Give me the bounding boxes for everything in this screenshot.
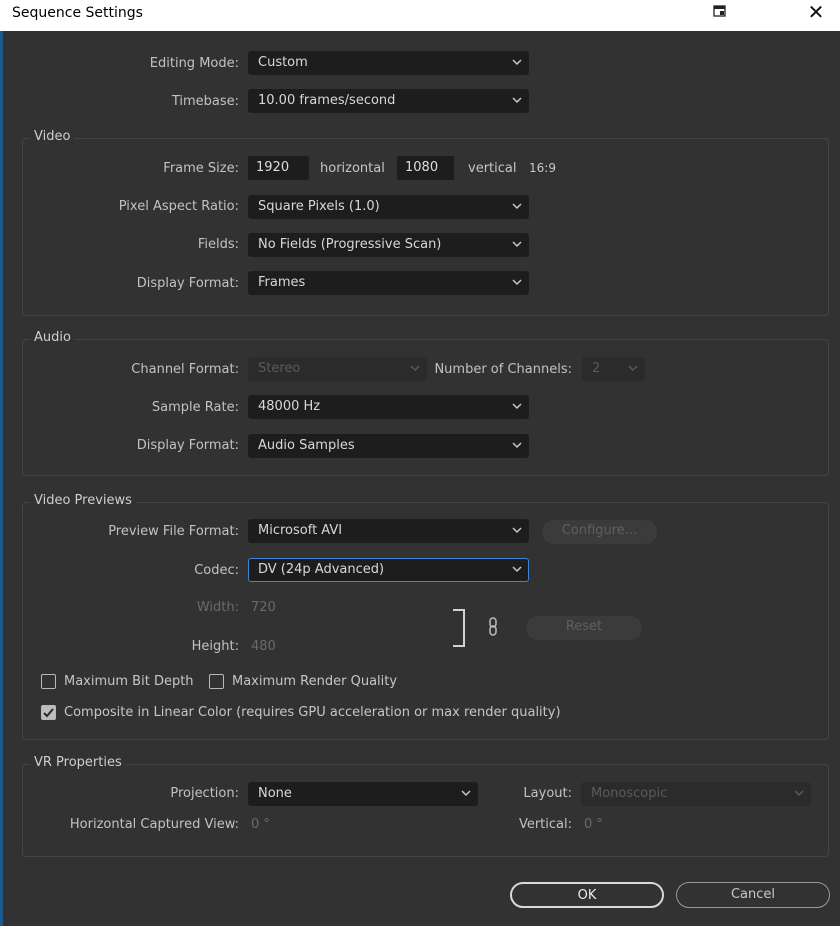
chevron-down-icon	[512, 442, 522, 449]
chevron-down-icon	[461, 790, 471, 797]
aspect-ratio-text: 16:9	[529, 161, 556, 175]
vr-vertical-label: Vertical:	[518, 817, 572, 832]
max-render-quality-label: Maximum Render Quality	[232, 674, 398, 689]
preview-file-format-label: Preview File Format:	[108, 524, 239, 539]
fields-select[interactable]: No Fields (Progressive Scan)	[248, 233, 529, 257]
timebase-select[interactable]: 10.00 frames/second	[248, 89, 529, 113]
channel-format-select[interactable]: Stereo	[248, 357, 427, 381]
video-previews-group-title: Video Previews	[30, 493, 136, 508]
width-label: Width:	[196, 600, 239, 615]
close-icon[interactable]: ✕	[806, 2, 826, 22]
audio-display-format-label: Display Format:	[136, 438, 239, 453]
editing-mode-label: Editing Mode:	[149, 56, 239, 71]
chevron-down-icon	[512, 203, 522, 210]
chevron-down-icon	[512, 566, 522, 573]
frame-size-label: Frame Size:	[163, 161, 239, 176]
chevron-down-icon	[512, 527, 522, 534]
checkmark-icon	[43, 708, 54, 718]
title-bar: Sequence Settings ✕	[0, 0, 840, 31]
layout-value: Monoscopic	[591, 786, 668, 801]
video-group-title: Video	[30, 129, 75, 144]
audio-group-title: Audio	[30, 330, 75, 345]
num-channels-value: 2	[592, 361, 601, 376]
sample-rate-value: 48000 Hz	[258, 399, 321, 414]
chevron-down-icon	[410, 365, 420, 372]
height-label: Height:	[191, 639, 239, 654]
window-restore-icon[interactable]	[712, 3, 728, 19]
cancel-button[interactable]: Cancel	[676, 882, 830, 908]
chevron-down-icon	[512, 241, 522, 248]
ok-button[interactable]: OK	[510, 882, 664, 908]
chevron-down-icon	[512, 59, 522, 66]
layout-select[interactable]: Monoscopic	[581, 782, 811, 806]
vr-properties-group-title: VR Properties	[30, 755, 126, 770]
codec-select[interactable]: DV (24p Advanced)	[248, 558, 529, 582]
timebase-label: Timebase:	[171, 94, 239, 109]
chevron-down-icon	[794, 790, 804, 797]
sample-rate-label: Sample Rate:	[151, 400, 239, 415]
layout-label: Layout:	[523, 786, 572, 801]
configure-button[interactable]: Configure...	[542, 520, 657, 544]
channel-format-value: Stereo	[258, 361, 301, 376]
window-title: Sequence Settings	[12, 5, 143, 21]
chain-link-icon[interactable]	[487, 617, 500, 637]
fields-value: No Fields (Progressive Scan)	[258, 237, 442, 252]
sample-rate-select[interactable]: 48000 Hz	[248, 395, 529, 419]
audio-display-format-value: Audio Samples	[258, 438, 355, 453]
audio-display-format-select[interactable]: Audio Samples	[248, 434, 529, 458]
preview-file-format-value: Microsoft AVI	[258, 523, 343, 538]
pixel-aspect-value: Square Pixels (1.0)	[258, 199, 380, 214]
reset-button[interactable]: Reset	[526, 616, 642, 640]
fields-label: Fields:	[197, 237, 239, 252]
pixel-aspect-select[interactable]: Square Pixels (1.0)	[248, 195, 529, 219]
vertical-label: vertical	[468, 161, 517, 176]
vr-properties-group	[22, 764, 829, 857]
preview-file-format-select[interactable]: Microsoft AVI	[248, 519, 529, 543]
max-bit-depth-label: Maximum Bit Depth	[64, 674, 194, 689]
video-display-format-select[interactable]: Frames	[248, 271, 529, 295]
channel-format-label: Channel Format:	[131, 362, 239, 377]
chevron-down-icon	[512, 403, 522, 410]
num-channels-select[interactable]: 2	[582, 357, 645, 381]
chevron-down-icon	[512, 279, 522, 286]
chevron-down-icon	[512, 97, 522, 104]
max-render-quality-checkbox[interactable]	[209, 674, 224, 689]
horizontal-label: horizontal	[320, 161, 385, 176]
frame-width-input[interactable]: 1920	[248, 156, 309, 180]
linear-color-checkbox[interactable]	[41, 705, 56, 720]
horizontal-captured-view-value[interactable]: 0 °	[251, 817, 270, 832]
projection-value: None	[258, 786, 292, 801]
chevron-down-icon	[628, 365, 638, 372]
pixel-aspect-label: Pixel Aspect Ratio:	[118, 199, 239, 214]
horizontal-captured-view-label: Horizontal Captured View:	[69, 817, 239, 832]
projection-select[interactable]: None	[248, 782, 478, 806]
video-display-format-label: Display Format:	[136, 276, 239, 291]
video-display-format-value: Frames	[258, 275, 306, 290]
projection-label: Projection:	[170, 786, 239, 801]
width-value[interactable]: 720	[251, 600, 276, 615]
codec-value: DV (24p Advanced)	[258, 562, 385, 577]
max-bit-depth-checkbox[interactable]	[41, 674, 56, 689]
link-bracket-icon	[453, 609, 465, 647]
num-channels-label: Number of Channels:	[434, 362, 572, 377]
editing-mode-select[interactable]: Custom	[248, 51, 529, 75]
editing-mode-value: Custom	[258, 55, 308, 70]
codec-label: Codec:	[194, 563, 239, 578]
vr-vertical-value[interactable]: 0 °	[584, 817, 603, 832]
frame-height-input[interactable]: 1080	[397, 156, 454, 180]
linear-color-label: Composite in Linear Color (requires GPU …	[64, 705, 561, 720]
timebase-value: 10.00 frames/second	[258, 93, 396, 108]
height-value[interactable]: 480	[251, 639, 276, 654]
